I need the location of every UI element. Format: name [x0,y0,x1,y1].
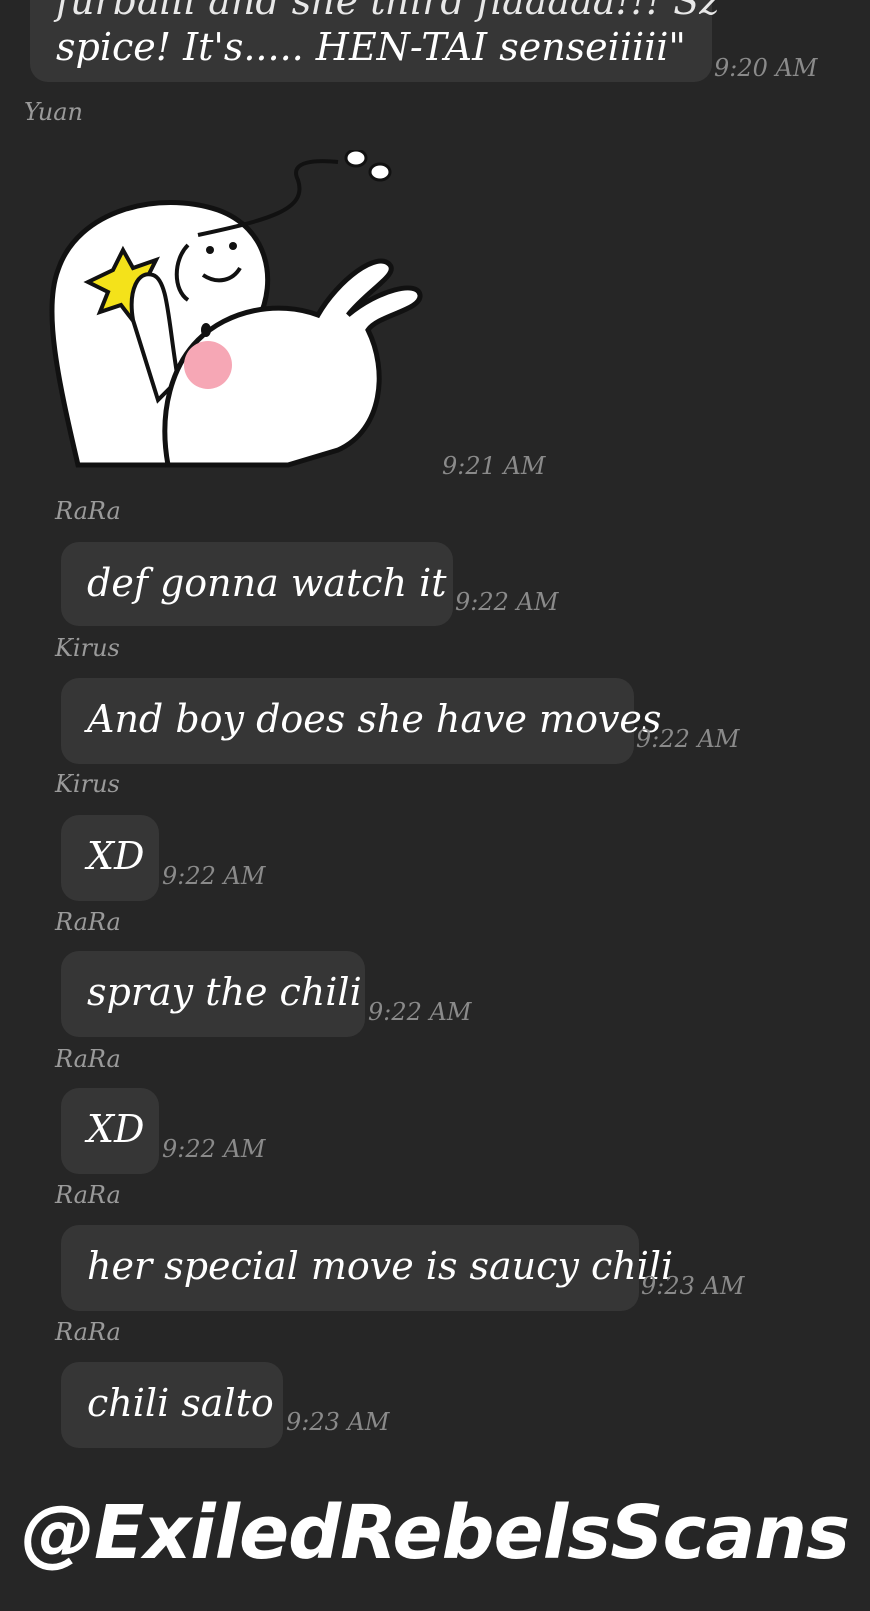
message-bubble[interactable]: XD [61,815,159,901]
sender-name: RaRa [55,1318,121,1346]
message-text: XD [87,834,145,878]
message-timestamp: 9:22 AM [636,725,740,753]
message-timestamp: 9:22 AM [368,998,472,1026]
message-timestamp: 9:22 AM [162,862,266,890]
message-text-line: spice! It's..... HEN-TAI senseiiiii" [56,25,686,69]
sender-name: RaRa [55,1181,121,1209]
sender-name: RaRa [55,1045,121,1073]
sender-name: RaRa [55,497,121,525]
message-text: def gonna watch it [87,561,447,605]
sender-name: RaRa [55,908,121,936]
message-bubble[interactable]: furballl and she third flaaaaa!!! Sz spi… [30,0,720,82]
message-timestamp: 9:22 AM [162,1135,266,1163]
message-timestamp: 9:23 AM [641,1272,745,1300]
message-text: spray the chili [87,970,362,1014]
message-bubble[interactable]: chili salto [61,1362,283,1448]
message-bubble[interactable]: And boy does she have moves [61,678,661,764]
sender-name: Kirus [55,770,120,798]
message-timestamp: 9:23 AM [286,1408,390,1436]
message-timestamp: 9:20 AM [714,54,818,82]
message-timestamp: 9:22 AM [455,588,559,616]
chat-thread: furballl and she third flaaaaa!!! Sz spi… [0,0,870,1611]
message-text: chili salto [87,1381,274,1425]
hug-sticker-icon[interactable] [38,148,428,480]
sender-name: Yuan [24,98,83,126]
message-bubble[interactable]: XD [61,1088,159,1174]
message-bubble[interactable]: spray the chili [61,951,365,1037]
message-text-line: furballl and she third flaaaaa!!! Sz [56,0,720,23]
message-bubble[interactable]: her special move is saucy chili [61,1225,673,1311]
message-timestamp: 9:21 AM [442,452,546,480]
message-text: her special move is saucy chili [87,1244,674,1288]
message-text: And boy does she have moves [87,697,662,741]
message-bubble[interactable]: def gonna watch it [61,542,453,626]
message-text: XD [87,1107,145,1151]
sender-name: Kirus [55,634,120,662]
watermark-text: @ExiledRebelsScans [20,1490,850,1576]
